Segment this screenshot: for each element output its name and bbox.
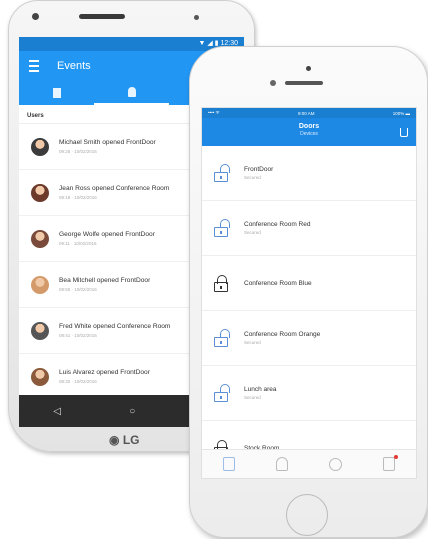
earpiece-speaker xyxy=(79,14,125,19)
ios-status-bar: •••• ᯤ 9:00 AM 100% ▬ xyxy=(202,108,416,118)
avatar xyxy=(31,229,49,248)
door-list-item[interactable]: Conference Room Orange Secured xyxy=(202,311,416,366)
door-status: Secured xyxy=(244,340,261,345)
lock-closed-icon xyxy=(214,274,230,292)
event-timestamp: 08:41 · 10/02/2016 xyxy=(59,333,97,338)
person-icon xyxy=(127,87,136,97)
front-camera xyxy=(32,13,39,20)
front-camera xyxy=(306,66,311,71)
door-text-block: FrontDoor Secured xyxy=(244,166,273,180)
proximity-sensor xyxy=(194,15,199,20)
event-text-block: Michael Smith opened FrontDoor 09:25 · 10… xyxy=(59,139,156,154)
door-text-block: Conference Room Blue xyxy=(244,280,312,287)
door-list-item[interactable]: FrontDoor Secured xyxy=(202,146,416,201)
door-list-item[interactable]: Lunch area Secured xyxy=(202,366,416,421)
ios-nav-bar: Doors Devices xyxy=(202,118,416,146)
event-text-block: Bea Mitchell opened FrontDoor 08:55 · 10/… xyxy=(59,277,150,292)
tab-doors[interactable] xyxy=(19,81,94,105)
event-timestamp: 09:11 · 10/02/2016 xyxy=(59,241,97,246)
event-timestamp: 09:18 · 10/02/2016 xyxy=(59,195,97,200)
door-status: Secured xyxy=(244,175,261,180)
event-text-block: Jean Ross opened Conference Room 09:18 · … xyxy=(59,185,169,200)
hamburger-menu-icon[interactable] xyxy=(29,60,39,72)
home-icon[interactable]: ○ xyxy=(129,406,135,417)
filter-icon[interactable] xyxy=(400,128,408,137)
avatar xyxy=(31,275,49,294)
home-button[interactable] xyxy=(286,494,328,536)
door-status: Secured xyxy=(244,230,261,235)
users-tab-icon[interactable] xyxy=(275,457,288,471)
avatar xyxy=(31,183,49,202)
doors-list: FrontDoor Secured Conference Room Red Secur… xyxy=(202,146,416,476)
event-timestamp: 09:25 · 10/02/2016 xyxy=(59,149,97,154)
carrier-signal: •••• ᯤ xyxy=(208,110,220,115)
event-description: Luis Alvarez opened FrontDoor xyxy=(59,369,150,376)
door-name: Conference Room Orange xyxy=(244,331,321,338)
doors-title: Doors xyxy=(298,123,320,130)
event-timestamp: 08:55 · 10/02/2016 xyxy=(59,287,97,292)
events-title: Events xyxy=(57,60,91,72)
avatar xyxy=(31,137,49,156)
event-text-block: Luis Alvarez opened FrontDoor 08:32 · 10/… xyxy=(59,369,150,384)
proximity-sensor xyxy=(270,80,276,86)
event-timestamp: 08:32 · 10/02/2016 xyxy=(59,379,97,384)
brand-text: LG xyxy=(122,433,140,447)
log-tab-icon[interactable] xyxy=(383,455,399,471)
event-text-block: Fred White opened Conference Room 08:41 ·… xyxy=(59,323,170,338)
door-list-item[interactable]: Conference Room Blue xyxy=(202,256,416,311)
avatar xyxy=(31,321,49,340)
door-text-block: Conference Room Red Secured xyxy=(244,221,310,235)
door-name: FrontDoor xyxy=(244,166,274,173)
status-time: 9:00 AM xyxy=(297,110,315,116)
door-text-block: Lunch area Secured xyxy=(244,386,277,400)
brand-logo: ◉ LG xyxy=(109,433,140,447)
iphone: •••• ᯤ 9:00 AM 100% ▬ Doors Devices Fron… xyxy=(189,46,428,538)
event-description: Bea Mitchell opened FrontDoor xyxy=(59,277,151,284)
door-name: Lunch area xyxy=(244,386,277,393)
door-status: Secured xyxy=(244,395,261,400)
tab-users[interactable] xyxy=(94,81,169,105)
lock-open-icon xyxy=(214,218,230,237)
event-text-block: George Wolfe opened FrontDoor 09:11 · 10/… xyxy=(59,231,155,246)
event-description: Jean Ross opened Conference Room xyxy=(59,185,170,192)
history-tab-icon[interactable] xyxy=(329,457,343,471)
iphone-screen: •••• ᯤ 9:00 AM 100% ▬ Doors Devices Fron… xyxy=(201,107,417,479)
door-icon xyxy=(52,88,61,98)
event-description: George Wolfe opened FrontDoor xyxy=(59,231,155,238)
door-list-item[interactable]: Conference Room Red Secured xyxy=(202,201,416,256)
doors-tab-icon[interactable] xyxy=(222,457,235,471)
door-text-block: Conference Room Orange Secured xyxy=(244,331,320,345)
lock-open-icon xyxy=(214,328,230,347)
lock-open-icon xyxy=(214,163,230,182)
back-icon[interactable]: ◁ xyxy=(53,406,61,417)
ios-tab-bar xyxy=(202,449,416,478)
earpiece-speaker xyxy=(285,81,323,85)
event-description: Fred White opened Conference Room xyxy=(59,323,171,330)
doors-subtitle: Devices xyxy=(300,131,318,137)
door-name: Conference Room Red xyxy=(244,221,311,228)
door-name: Conference Room Blue xyxy=(244,279,312,287)
lock-open-icon xyxy=(214,383,230,402)
avatar xyxy=(31,367,49,386)
battery-indicator: 100% ▬ xyxy=(392,110,410,116)
event-description: Michael Smith opened FrontDoor xyxy=(59,139,156,146)
